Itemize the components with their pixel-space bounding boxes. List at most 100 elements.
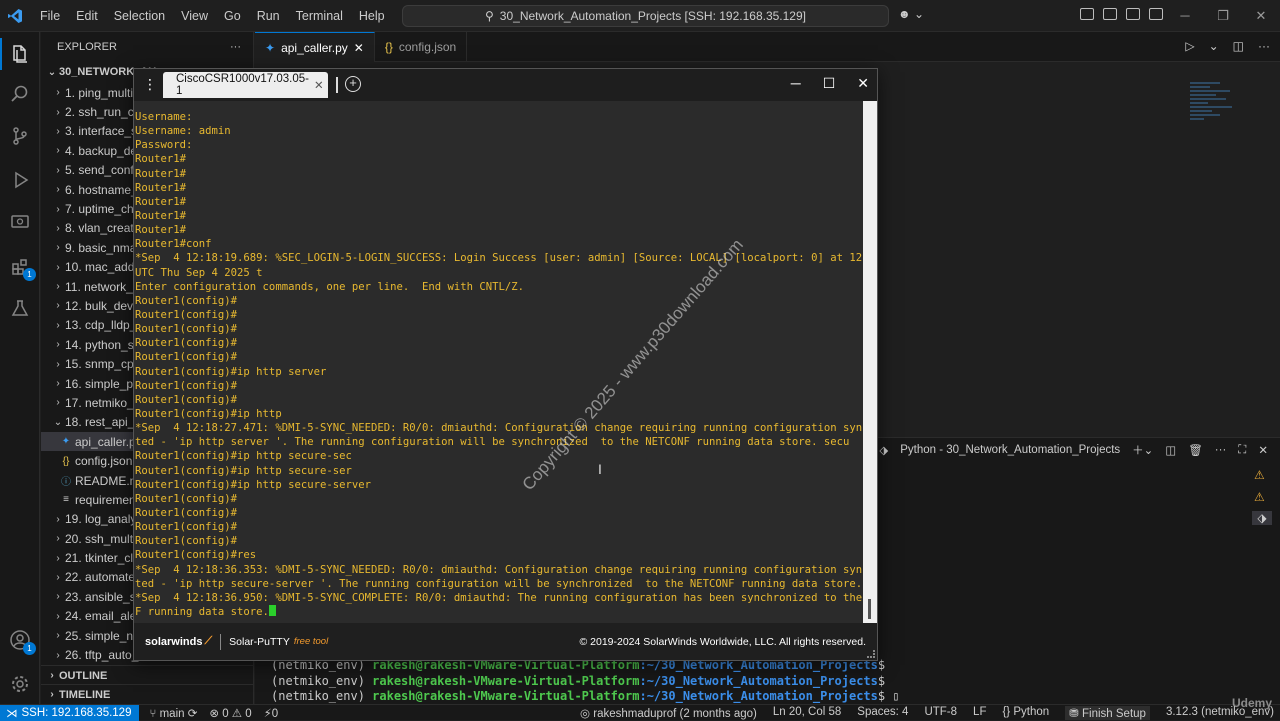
language-mode[interactable]: {} Python xyxy=(1002,706,1049,720)
minimize-window-icon[interactable]: ─ xyxy=(1166,0,1204,32)
menu-view[interactable]: View xyxy=(173,0,216,32)
chevron-right-icon: › xyxy=(56,358,60,370)
accounts-icon[interactable]: 1 xyxy=(8,628,36,655)
chevron-right-icon: › xyxy=(56,513,60,525)
terminal-line: Router1(config)#ip http server xyxy=(135,365,864,379)
end-of-line[interactable]: LF xyxy=(973,706,986,720)
tree-item-label: 12. bulk_devi xyxy=(65,298,136,313)
testing-icon[interactable] xyxy=(8,296,32,320)
kill-terminal-icon[interactable]: 🗑 xyxy=(1188,443,1203,457)
close-tab-icon[interactable]: ✕ xyxy=(354,41,364,55)
menu-file[interactable]: File xyxy=(32,0,68,32)
minimap[interactable] xyxy=(1190,82,1240,162)
session-tab-label: CiscoCSR1000v17.03.05-1 xyxy=(176,73,309,97)
cursor-position[interactable]: Ln 20, Col 58 xyxy=(773,706,841,720)
search-view-icon[interactable] xyxy=(8,82,32,106)
menu-go[interactable]: Go xyxy=(216,0,249,32)
terminal-line: Router1# xyxy=(135,209,864,223)
close-panel-icon[interactable]: ✕ xyxy=(1258,443,1268,457)
tree-item-label: api_caller.py xyxy=(75,434,142,449)
terminal-line: Password: xyxy=(135,138,864,152)
footer-divider xyxy=(220,633,222,650)
toggle-secondary-sidebar-icon[interactable] xyxy=(1149,8,1163,20)
run-python-file-icon[interactable]: ▷ xyxy=(1185,39,1194,53)
new-terminal-icon[interactable]: ＋⌄ xyxy=(1132,442,1153,458)
menu-edit[interactable]: Edit xyxy=(68,0,106,32)
close-window-icon[interactable]: ✕ xyxy=(1242,0,1280,32)
panel-more-actions-icon[interactable]: ··· xyxy=(1215,444,1227,456)
run-debug-icon[interactable] xyxy=(8,168,32,192)
putty-close-icon[interactable]: ✕ xyxy=(857,75,869,92)
maximize-panel-icon[interactable]: ⛶ xyxy=(1238,444,1246,457)
split-editor-icon[interactable]: ◫ xyxy=(1233,39,1244,53)
resize-grip-icon[interactable] xyxy=(867,650,875,658)
customize-layout-icon[interactable] xyxy=(1080,8,1094,20)
tree-item-label: requirement xyxy=(75,492,140,507)
remote-indicator[interactable]: ⋊ SSH: 192.168.35.129 xyxy=(0,704,140,721)
terminal-line-text: Router1(config)# xyxy=(135,506,238,519)
problems-indicator[interactable]: ⊗ 0 ⚠ 0 xyxy=(209,706,251,720)
command-center-search[interactable]: ⚲ 30_Network_Automation_Projects [SSH: 1… xyxy=(402,5,889,27)
toggle-primary-sidebar-icon[interactable] xyxy=(1103,8,1117,20)
source-control-icon[interactable] xyxy=(8,124,32,148)
vscode-logo-icon[interactable] xyxy=(0,0,30,32)
explorer-more-actions-icon[interactable]: ··· xyxy=(230,41,241,53)
outline-section[interactable]: › OUTLINE xyxy=(41,665,253,685)
settings-gear-icon[interactable] xyxy=(8,672,32,696)
chevron-right-icon: › xyxy=(56,281,60,293)
terminal-line: Router1(config)# xyxy=(135,322,864,336)
terminal-line: Router1(config)#ip http secure-sec xyxy=(135,449,864,463)
close-session-icon[interactable]: ✕ xyxy=(314,78,324,92)
terminal-line-text: Router1(config)#ip http secure-server xyxy=(135,478,371,491)
putty-menu-icon[interactable]: ⋮ xyxy=(143,76,157,93)
split-terminal-icon[interactable]: ◫ xyxy=(1165,443,1176,457)
explorer-title: EXPLORER xyxy=(57,40,117,53)
menu-help[interactable]: Help xyxy=(351,0,393,32)
terminal-instance-label[interactable]: Python - 30_Network_Automation_Projects xyxy=(900,444,1120,456)
menu-selection[interactable]: Selection xyxy=(106,0,173,32)
putty-terminal-screen[interactable]: Username: Username: admin Password: Router1… xyxy=(135,101,864,625)
extensions-icon[interactable]: 1 xyxy=(8,254,36,281)
tree-item-label: 25. simple_ne xyxy=(65,628,140,643)
toggle-panel-icon[interactable] xyxy=(1126,8,1140,20)
terminal-output[interactable]: (netmiko_env) rakesh@rakesh-VMware-Virtu… xyxy=(271,658,900,705)
run-dropdown-icon[interactable]: ⌄ xyxy=(1209,39,1219,53)
branch-indicator[interactable]: ⑂ main ⟳ xyxy=(149,706,197,720)
timeline-section[interactable]: › TIMELINE xyxy=(41,684,253,704)
menu-run[interactable]: Run xyxy=(249,0,288,32)
explorer-icon[interactable] xyxy=(0,38,32,70)
copilot-icon[interactable]: ☻ ⌄ xyxy=(898,7,924,21)
session-tab[interactable]: CiscoCSR1000v17.03.05-1 ✕ xyxy=(163,72,328,98)
finish-setup-button[interactable]: ⛃ Finish Setup xyxy=(1065,705,1150,720)
menu-terminal[interactable]: Terminal xyxy=(288,0,351,32)
activity-bar: 1 1 xyxy=(0,32,40,704)
timeline-label: TIMELINE xyxy=(59,688,111,701)
putty-scrollbar[interactable] xyxy=(863,101,877,625)
git-blame[interactable]: ◎ rakeshmaduprof (2 months ago) xyxy=(580,706,757,720)
new-session-icon[interactable]: + xyxy=(345,76,361,92)
scrollbar-thumb[interactable] xyxy=(868,599,871,619)
terminal-line-text: Router1(config)# xyxy=(135,294,238,307)
restore-window-icon[interactable]: ❐ xyxy=(1204,0,1242,32)
ports-indicator[interactable]: ⚡0 xyxy=(264,706,278,720)
editor-more-actions-icon[interactable]: ··· xyxy=(1258,39,1270,53)
warning-icon[interactable]: ⚠ xyxy=(1254,490,1270,504)
encoding[interactable]: UTF-8 xyxy=(924,706,957,720)
chevron-right-icon: › xyxy=(56,591,60,603)
terminal-line: Enter configuration commands, one per li… xyxy=(135,280,864,294)
putty-minimize-icon[interactable]: ─ xyxy=(791,75,801,92)
solarwinds-logo[interactable]: solarwinds ⟋ xyxy=(145,635,212,648)
terminal-line-text: Router1(config)# xyxy=(135,492,238,505)
terminal-line: Router1# xyxy=(135,195,864,209)
txt-file-icon: ≡ xyxy=(63,494,69,506)
solarwinds-logo-text: solarwinds xyxy=(145,635,203,648)
terminal-line: Router1(config)#ip http secure-ser xyxy=(135,464,864,478)
remote-explorer-icon[interactable] xyxy=(8,210,32,234)
tab-config-json[interactable]: {} config.json xyxy=(375,32,468,62)
prompt-user: rakesh@rakesh-VMware-Virtual-Platform xyxy=(372,673,640,688)
putty-maximize-icon[interactable]: ☐ xyxy=(823,75,836,92)
terminal-shell-icon[interactable]: ⬗ xyxy=(1252,511,1272,525)
tab-api-caller[interactable]: ✦ api_caller.py ✕ xyxy=(255,32,375,62)
warning-icon[interactable]: ⚠ xyxy=(1254,468,1270,482)
indentation[interactable]: Spaces: 4 xyxy=(857,706,908,720)
